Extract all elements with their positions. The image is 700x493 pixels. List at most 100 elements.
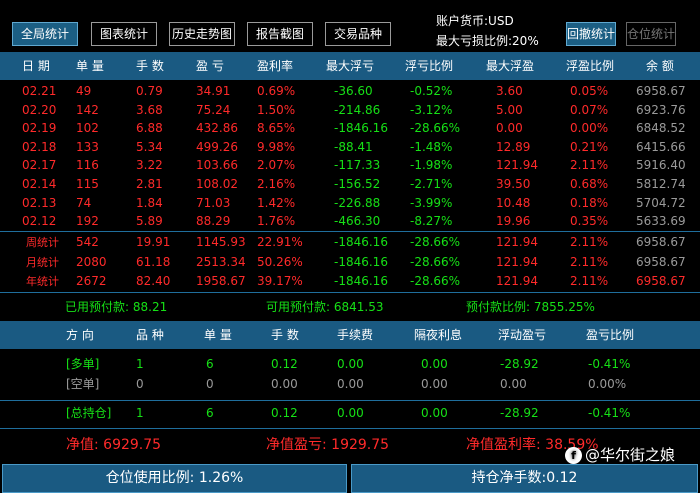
cell-max-float-loss: -1846.16	[334, 235, 388, 249]
cell-max-float-loss: -1846.16	[334, 254, 388, 269]
col-floating-pnl: 浮动盈亏	[498, 328, 547, 342]
cell-date: 02.13	[22, 195, 57, 210]
col-direction: 方 向	[66, 328, 94, 342]
cell-pnl: 2513.34	[196, 254, 246, 269]
cell-lots: 5.89	[136, 214, 163, 229]
cell-max-float-profit: 10.48	[496, 195, 531, 210]
cell-lots: 3.68	[136, 102, 163, 117]
cell-balance: 5704.72	[636, 195, 686, 210]
cell-float-loss-ratio: -8.27%	[410, 214, 453, 229]
cell-float-profit-ratio: 0.68%	[570, 177, 609, 191]
col-symbol: 品 种	[136, 328, 164, 342]
cell-lots: 2.81	[136, 177, 163, 191]
cell-float-profit-ratio: 0.00%	[570, 121, 609, 136]
cell-float-profit-ratio: 0.21%	[570, 139, 609, 154]
cell-balance: 6958.67	[636, 274, 686, 288]
cell-max-float-loss: -1846.16	[334, 121, 388, 136]
history-trend-button[interactable]: 历史走势图	[169, 22, 235, 46]
cell-profit-rate: 2.16%	[257, 177, 296, 191]
cell-pnl: 1958.67	[196, 274, 246, 288]
account-currency: 账户货币:USD	[436, 14, 514, 28]
table-row: 02.14 115 2.81 108.02 2.16% -156.52 -2.71% 39.5…	[0, 175, 700, 194]
cell-float-loss-ratio: -28.66%	[410, 235, 461, 249]
cell-float-loss-ratio: -2.71%	[410, 177, 453, 191]
cell-balance: 6958.67	[636, 235, 686, 249]
col-commission: 手续费	[337, 328, 374, 342]
chart-stats-button[interactable]: 图表统计	[91, 22, 157, 46]
cell-commission: 0.00	[337, 357, 364, 371]
col-orders: 单 量	[204, 328, 232, 342]
cell-commission: 0.00	[337, 377, 364, 391]
table-row: 02.21 49 0.79 34.91 0.69% -36.60 -0.52% 3.60 0.0…	[0, 82, 700, 101]
divider	[0, 428, 700, 429]
position-row: [空单] 0 0 0.00 0.00 0.00 0.00 0.00%	[0, 375, 700, 394]
cell-symbol: 1	[136, 357, 144, 371]
cell-orders: 74	[76, 195, 92, 210]
cell-pnl-ratio: -0.41%	[588, 357, 631, 371]
cell-max-float-profit: 5.00	[496, 102, 523, 117]
cell-date: 02.12	[22, 214, 57, 229]
cell-float-profit-ratio: 0.18%	[570, 195, 609, 210]
net-value: 净值: 6929.75	[66, 437, 162, 453]
cell-date: 02.17	[22, 158, 57, 173]
positions-header: 方 向 品 种 单 量 手 数 手续费 隔夜利息 浮动盈亏 盈亏比例	[0, 321, 700, 349]
cell-date: 周统计	[26, 236, 59, 249]
cell-lots: 0.12	[271, 406, 298, 420]
cell-max-float-loss: -156.52	[334, 177, 381, 191]
cell-float-loss-ratio: -3.99%	[410, 195, 453, 210]
cell-direction: [总持仓]	[66, 406, 112, 420]
trading-symbols-button[interactable]: 交易品种	[325, 22, 391, 46]
cell-profit-rate: 8.65%	[257, 121, 296, 136]
cell-lots: 1.84	[136, 195, 163, 210]
cell-symbol: 0	[136, 377, 144, 391]
position-usage: 仓位使用比例: 1.26%	[2, 464, 347, 493]
cell-profit-rate: 1.76%	[257, 214, 296, 229]
cell-float-profit-ratio: 2.11%	[570, 158, 609, 173]
toolbar: 全局统计 图表统计 历史走势图 报告截图 交易品种 账户货币:USD 最大亏损比…	[0, 0, 700, 52]
cell-date: 02.14	[22, 177, 57, 191]
col-float-loss-ratio: 浮亏比例	[405, 59, 454, 73]
divider	[0, 292, 700, 293]
cell-direction: [空单]	[66, 377, 100, 391]
col-lots: 手 数	[136, 59, 164, 73]
cell-max-float-profit: 121.94	[496, 158, 538, 173]
cell-lots: 82.40	[136, 274, 171, 288]
stats-table-header: 日 期 单 量 手 数 盈 亏 盈利率 最大浮亏 浮亏比例 最大浮盈 浮盈比例 …	[0, 52, 700, 80]
cell-orders: 2080	[76, 254, 107, 269]
cell-pnl-ratio: 0.00%	[588, 377, 627, 391]
global-stats-button[interactable]: 全局统计	[12, 22, 78, 46]
cell-lots: 6.88	[136, 121, 163, 136]
summary-row: 月统计 2080 61.18 2513.34 50.26% -1846.16 -28.66%…	[0, 253, 700, 272]
cell-balance: 5916.40	[636, 158, 686, 173]
cell-orders: 2672	[76, 274, 107, 288]
drawdown-stats-button[interactable]: 回撤统计	[566, 22, 616, 46]
cell-date: 02.21	[22, 84, 57, 98]
cell-floating-pnl: -28.92	[500, 406, 539, 420]
cell-pnl: 432.86	[196, 121, 238, 136]
cell-float-loss-ratio: -28.66%	[410, 121, 461, 136]
position-stats-button[interactable]: 仓位统计	[626, 22, 676, 46]
cell-pnl: 88.29	[196, 214, 231, 229]
cell-pnl: 1145.93	[196, 235, 246, 249]
cell-float-loss-ratio: -1.48%	[410, 139, 453, 154]
cell-orders: 192	[76, 214, 99, 229]
table-row: 02.13 74 1.84 71.03 1.42% -226.88 -3.99% 10.48 0…	[0, 194, 700, 213]
cell-orders: 142	[76, 102, 99, 117]
cell-pnl-ratio: -0.41%	[588, 406, 631, 420]
divider	[0, 400, 700, 401]
report-screenshot-button[interactable]: 报告截图	[247, 22, 313, 46]
cell-orders: 115	[76, 177, 99, 191]
cell-profit-rate: 50.26%	[257, 254, 303, 269]
cell-pnl: 71.03	[196, 195, 231, 210]
cell-orders: 6	[206, 406, 214, 420]
prepay-bar: 已用预付款: 88.21 可用预付款: 6841.53 预付款比例: 7855.…	[0, 294, 700, 320]
cell-balance: 6923.76	[636, 102, 686, 117]
cell-max-float-loss: -1846.16	[334, 274, 388, 288]
cell-lots: 0.12	[271, 357, 298, 371]
cell-lots: 0.00	[271, 377, 298, 391]
cell-orders: 49	[76, 84, 92, 98]
cell-profit-rate: 22.91%	[257, 235, 303, 249]
cell-orders: 116	[76, 158, 99, 173]
cell-balance: 6958.67	[636, 254, 686, 269]
cell-orders: 542	[76, 235, 99, 249]
